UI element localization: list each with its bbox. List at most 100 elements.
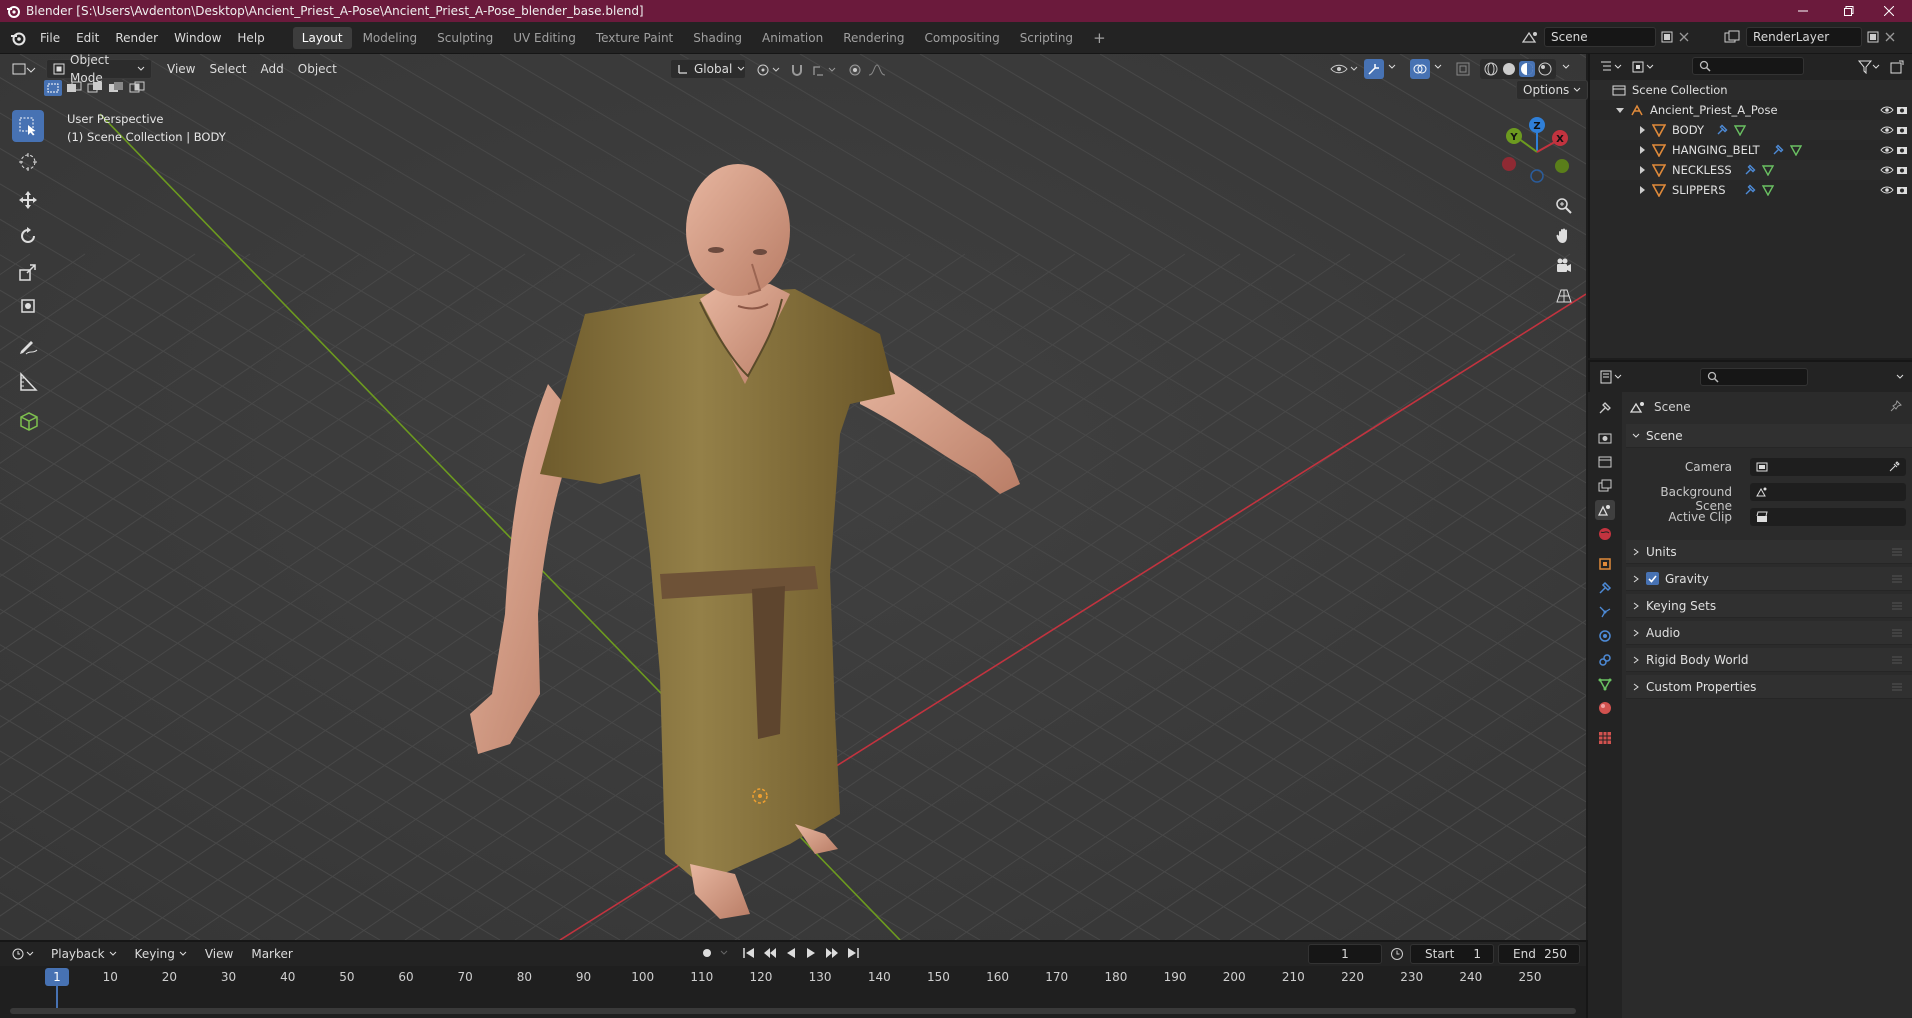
chevron-down-icon[interactable] bbox=[1388, 64, 1396, 70]
display-mode-icon[interactable] bbox=[1632, 60, 1656, 74]
select-subtract-icon[interactable] bbox=[86, 80, 104, 96]
menu-select[interactable]: Select bbox=[202, 62, 253, 76]
falloff-icon[interactable] bbox=[868, 63, 890, 77]
wireframe-shading-icon[interactable] bbox=[1483, 61, 1499, 77]
rendered-shading-icon[interactable] bbox=[1537, 61, 1553, 77]
physics-tab-icon[interactable] bbox=[1595, 626, 1615, 646]
drag-handle-icon[interactable] bbox=[1892, 575, 1902, 583]
drag-handle-icon[interactable] bbox=[1892, 548, 1902, 556]
view-layer-icon[interactable] bbox=[1724, 30, 1742, 44]
tab-sculpting[interactable]: Sculpting bbox=[428, 27, 502, 49]
editor-type-icon[interactable] bbox=[12, 61, 36, 77]
add-workspace-plus-icon[interactable]: + bbox=[1084, 27, 1115, 49]
scene-name-field[interactable]: Scene bbox=[1544, 27, 1656, 47]
properties-search-input[interactable] bbox=[1700, 368, 1808, 386]
menu-edit[interactable]: Edit bbox=[68, 27, 107, 49]
menu-add[interactable]: Add bbox=[254, 62, 291, 76]
rotate-tool[interactable] bbox=[12, 220, 44, 252]
material-tab-icon[interactable] bbox=[1595, 698, 1615, 718]
mesh-data-icon[interactable] bbox=[1734, 124, 1746, 136]
remove-view-layer-icon[interactable] bbox=[1884, 31, 1896, 43]
background-scene-field[interactable] bbox=[1750, 483, 1906, 501]
menu-window[interactable]: Window bbox=[166, 27, 229, 49]
visibility-eye-icon[interactable] bbox=[1880, 105, 1894, 115]
snap-target-icon[interactable] bbox=[812, 63, 838, 77]
solid-shading-icon[interactable] bbox=[1501, 61, 1517, 77]
outliner-row-scene-collection[interactable]: Scene Collection bbox=[1590, 80, 1912, 100]
select-intersect-icon[interactable] bbox=[128, 80, 146, 96]
measure-tool[interactable] bbox=[12, 366, 44, 398]
menu-file[interactable]: File bbox=[32, 27, 68, 49]
outliner-row-object[interactable]: NECKLESS bbox=[1590, 160, 1912, 180]
eyedropper-icon[interactable] bbox=[1888, 461, 1900, 473]
move-tool[interactable] bbox=[12, 184, 44, 216]
xray-toggle-icon[interactable] bbox=[1456, 62, 1470, 76]
panel-header[interactable]: Gravity bbox=[1626, 567, 1912, 591]
mode-dropdown[interactable]: Object Mode bbox=[46, 53, 152, 85]
object-tab-icon[interactable] bbox=[1595, 554, 1615, 574]
camera-field[interactable] bbox=[1750, 458, 1906, 476]
material-shading-icon[interactable] bbox=[1519, 61, 1535, 77]
panel-scene-header[interactable]: Scene bbox=[1626, 424, 1912, 448]
particles-tab-icon[interactable] bbox=[1595, 602, 1615, 622]
outliner-editor-type-icon[interactable] bbox=[1600, 60, 1624, 74]
menu-help[interactable]: Help bbox=[229, 27, 272, 49]
menu-view[interactable]: View bbox=[160, 62, 202, 76]
render-tab-icon[interactable] bbox=[1595, 428, 1615, 448]
select-box-tool[interactable] bbox=[12, 110, 44, 142]
add-cube-tool[interactable] bbox=[12, 404, 44, 436]
tab-rendering[interactable]: Rendering bbox=[834, 27, 913, 49]
drag-handle-icon[interactable] bbox=[1892, 629, 1902, 637]
visibility-eye-icon[interactable] bbox=[1880, 125, 1894, 135]
3d-viewport[interactable] bbox=[0, 54, 1586, 940]
gravity-checkbox[interactable] bbox=[1646, 572, 1659, 585]
perspective-toggle-icon[interactable] bbox=[1552, 284, 1576, 308]
render-camera-icon[interactable] bbox=[1896, 105, 1908, 115]
render-camera-icon[interactable] bbox=[1896, 185, 1908, 195]
chevron-down-icon[interactable] bbox=[1562, 64, 1570, 70]
gizmo-toggle-icon[interactable] bbox=[1364, 59, 1384, 79]
tab-layout[interactable]: Layout bbox=[292, 26, 352, 49]
visibility-eye-icon[interactable] bbox=[1880, 145, 1894, 155]
transform-orientation-dropdown[interactable]: Global bbox=[670, 59, 746, 79]
tab-compositing[interactable]: Compositing bbox=[915, 27, 1008, 49]
scene-icon[interactable] bbox=[1522, 30, 1540, 44]
properties-editor-type-icon[interactable] bbox=[1600, 370, 1624, 384]
navigation-gizmo[interactable]: Z Y X bbox=[1492, 112, 1582, 192]
annotate-tool[interactable] bbox=[12, 330, 44, 362]
chevron-down-icon[interactable] bbox=[1434, 64, 1442, 70]
tool-tab-icon[interactable] bbox=[1595, 398, 1615, 418]
expand-arrow-icon[interactable] bbox=[1638, 146, 1646, 154]
output-tab-icon[interactable] bbox=[1595, 452, 1615, 472]
render-camera-icon[interactable] bbox=[1896, 165, 1908, 175]
modifier-wrench-icon[interactable] bbox=[1716, 124, 1728, 136]
filter-icon[interactable] bbox=[1858, 60, 1882, 74]
new-view-layer-icon[interactable] bbox=[1866, 30, 1880, 44]
outliner-search-input[interactable] bbox=[1692, 57, 1804, 75]
tab-shading[interactable]: Shading bbox=[684, 27, 751, 49]
select-new-icon[interactable] bbox=[44, 80, 62, 96]
pivot-point-icon[interactable] bbox=[756, 63, 782, 77]
minimize-button[interactable] bbox=[1780, 0, 1826, 22]
options-dropdown[interactable]: Options bbox=[1516, 80, 1589, 100]
tab-texture-paint[interactable]: Texture Paint bbox=[587, 27, 682, 49]
expand-arrow-icon[interactable] bbox=[1638, 166, 1646, 174]
visibility-eye-icon[interactable] bbox=[1880, 165, 1894, 175]
outliner-row-collection[interactable]: Ancient_Priest_A_Pose bbox=[1590, 100, 1912, 120]
pin-icon[interactable] bbox=[1890, 400, 1902, 412]
panel-header[interactable]: Rigid Body World bbox=[1626, 648, 1912, 672]
expand-arrow-icon[interactable] bbox=[1616, 106, 1624, 114]
tab-modeling[interactable]: Modeling bbox=[354, 27, 427, 49]
world-tab-icon[interactable] bbox=[1595, 524, 1615, 544]
scale-tool[interactable] bbox=[12, 256, 44, 288]
outliner-row-object[interactable]: BODY bbox=[1590, 120, 1912, 140]
zoom-icon[interactable] bbox=[1552, 194, 1576, 218]
visibility-eye-icon[interactable] bbox=[1880, 185, 1894, 195]
render-camera-icon[interactable] bbox=[1896, 145, 1908, 155]
expand-arrow-icon[interactable] bbox=[1638, 186, 1646, 194]
pan-hand-icon[interactable] bbox=[1552, 224, 1576, 248]
outliner-row-object[interactable]: HANGING_BELT bbox=[1590, 140, 1912, 160]
camera-view-icon[interactable] bbox=[1552, 254, 1576, 278]
mesh-data-icon[interactable] bbox=[1790, 144, 1802, 156]
menu-render[interactable]: Render bbox=[107, 27, 166, 49]
